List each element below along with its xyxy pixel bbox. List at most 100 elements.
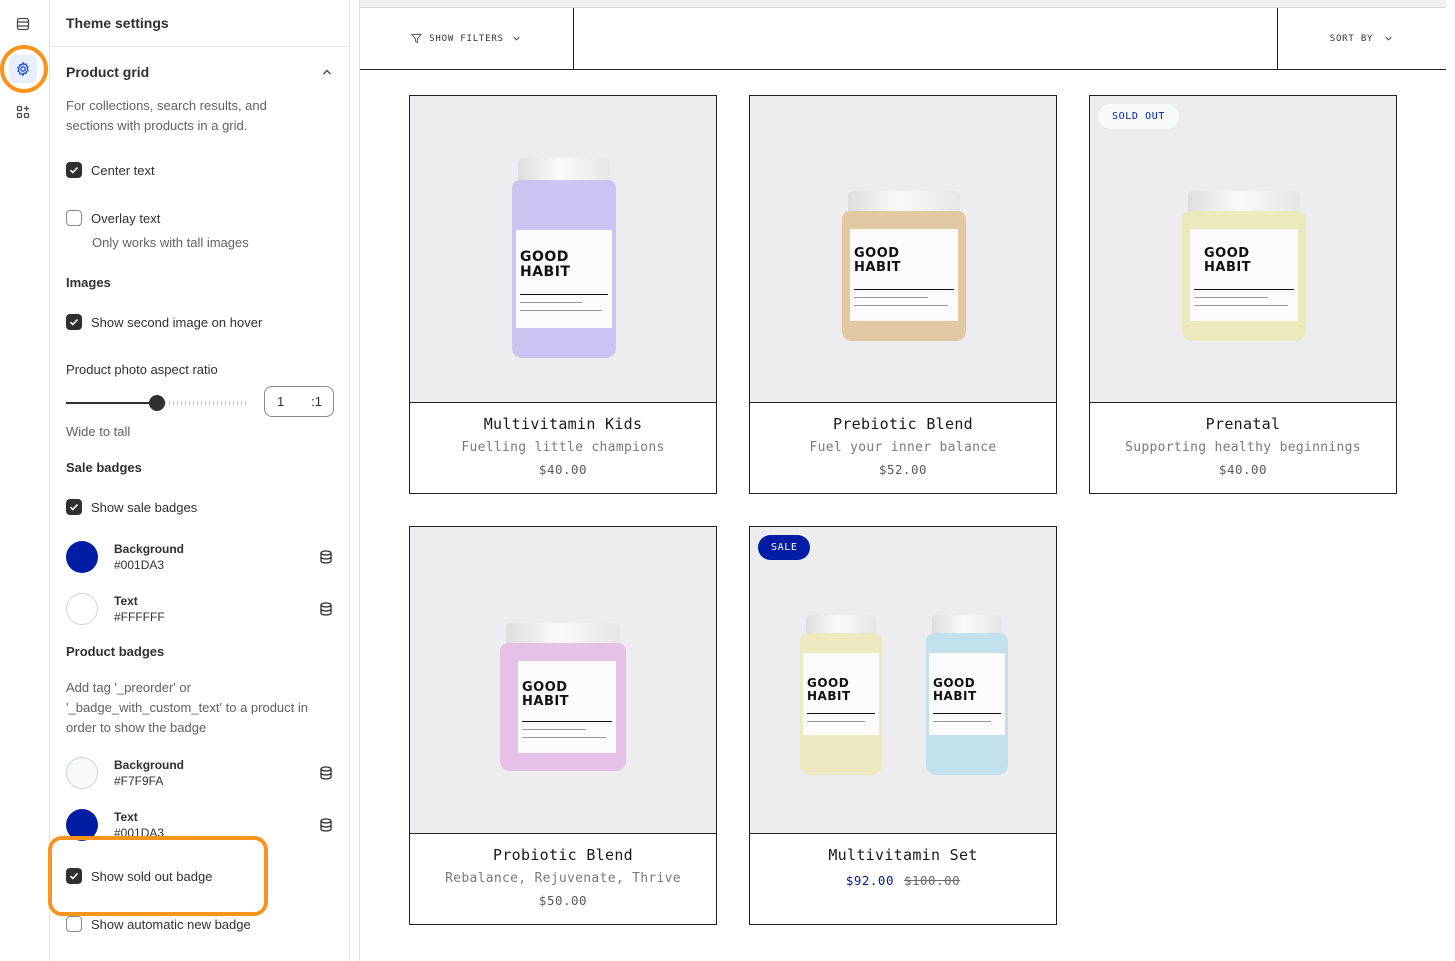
sort-by-label: SORT BY [1329, 33, 1374, 44]
product-title[interactable]: Multivitamin Kids [410, 403, 716, 433]
product-jar: GOOD HABIT [800, 615, 882, 775]
product-price: $52.00 [878, 462, 928, 477]
preview-top-strip [360, 0, 1446, 8]
storefront-preview: SHOW FILTERS SORT BY GOOD HABIT Multivit… [359, 0, 1446, 961]
jar-brand-text: GOOD HABIT [807, 676, 851, 703]
second-image-checkbox[interactable]: Show second image on hover [66, 314, 262, 330]
product-image[interactable]: GOOD HABIT [410, 96, 716, 403]
database-icon[interactable] [318, 549, 334, 565]
aspect-ratio-label: Product photo aspect ratio [66, 362, 218, 377]
product-title[interactable]: Prenatal [1090, 403, 1396, 433]
database-icon[interactable] [318, 765, 334, 781]
product-badge-background-color-picker[interactable]: Background #F7F9FA [66, 757, 334, 789]
product-card[interactable]: GOOD HABIT Multivitamin Kids Fuelling li… [409, 95, 717, 494]
settings-gear-icon[interactable] [9, 55, 37, 83]
sale-background-color-picker[interactable]: Background #001DA3 [66, 541, 334, 573]
sale-badge: SALE [758, 535, 811, 560]
chevron-down-icon [513, 36, 520, 41]
checkbox-label: Center text [91, 162, 155, 178]
slider-ticks [165, 401, 248, 405]
product-jar: GOOD HABIT [1182, 191, 1306, 341]
product-card[interactable]: GOOD HABIT Probiotic Blend Rebalance, Re… [409, 526, 717, 925]
product-image[interactable]: GOOD HABIT [750, 96, 1056, 403]
color-name: Background [114, 758, 185, 772]
show-sold-out-badge-checkbox[interactable]: Show sold out badge [66, 868, 219, 884]
product-price: $40.00 [538, 462, 588, 477]
apps-icon[interactable] [9, 98, 37, 126]
product-card[interactable]: SALE GOOD HABIT GOOD HABIT Multivitamin … [749, 526, 1057, 925]
database-icon[interactable] [318, 817, 334, 833]
color-hex: #FFFFFF [114, 610, 165, 624]
sale-text-color-picker[interactable]: Text #FFFFFF [66, 593, 334, 625]
color-hex: #001DA3 [114, 826, 165, 840]
jar-brand-text: GOOD HABIT [522, 680, 570, 709]
chevron-up-icon [323, 69, 331, 75]
color-name: Text [114, 594, 138, 608]
checkbox-label: Show sale badges [91, 499, 198, 515]
checkbox-checked-icon [66, 499, 82, 515]
color-name: Background [114, 542, 185, 556]
section-header-product-grid[interactable]: Product grid [66, 64, 333, 80]
section-description: For collections, search results, and sec… [66, 98, 267, 133]
checkbox-label: Show second image on hover [91, 314, 263, 330]
product-card[interactable]: SOLD OUT GOOD HABIT Prenatal Supporting … [1089, 95, 1397, 494]
product-badge-text-color-picker[interactable]: Text #001DA3 [66, 809, 334, 841]
jar-brand-text: GOOD HABIT [520, 249, 571, 280]
panel-title: Theme settings [50, 0, 349, 47]
filter-funnel-icon [411, 33, 423, 44]
icon-rail [0, 0, 50, 961]
color-name: Text [114, 810, 138, 824]
database-icon[interactable] [318, 601, 334, 617]
sections-icon[interactable] [9, 10, 37, 38]
show-filters-label: SHOW FILTERS [429, 33, 504, 44]
product-badges-description: Add tag '_preorder' or '_badge_with_cust… [66, 680, 309, 735]
slider-knob[interactable] [149, 395, 165, 411]
show-automatic-new-badge-checkbox[interactable]: Show automatic new badge [66, 916, 251, 932]
color-hex: #F7F9FA [114, 774, 164, 788]
product-title[interactable]: Multivitamin Set [750, 834, 1056, 864]
chevron-down-icon [1385, 36, 1392, 41]
section-title: Product grid [66, 64, 150, 80]
product-subtitle: Rebalance, Rejuvenate, Thrive [445, 871, 681, 886]
jar-brand-text: GOOD HABIT [854, 246, 902, 275]
product-card[interactable]: GOOD HABIT Prebiotic Blend Fuel your inn… [749, 95, 1057, 494]
product-jar: GOOD HABIT [926, 615, 1008, 775]
aspect-ratio-value: 1 [277, 394, 285, 409]
color-swatch[interactable] [66, 809, 98, 841]
product-image[interactable]: SOLD OUT GOOD HABIT [1090, 96, 1396, 403]
checkbox-label: Overlay text [91, 210, 161, 226]
filter-bar: SHOW FILTERS SORT BY [360, 8, 1446, 70]
product-jar: GOOD HABIT [512, 158, 616, 358]
jar-brand-text: GOOD HABIT [933, 676, 977, 703]
checkbox-unchecked-icon [66, 210, 82, 226]
product-price: $40.00 [1218, 462, 1268, 477]
aspect-ratio-slider[interactable] [66, 395, 248, 411]
product-image[interactable]: GOOD HABIT [410, 527, 716, 834]
show-sale-badges-checkbox[interactable]: Show sale badges [66, 499, 197, 515]
color-swatch[interactable] [66, 593, 98, 625]
aspect-ratio-hint: Wide to tall [66, 424, 131, 439]
product-title[interactable]: Prebiotic Blend [750, 403, 1056, 433]
product-image[interactable]: SALE GOOD HABIT GOOD HABIT [750, 527, 1056, 834]
slider-fill [66, 402, 157, 404]
color-swatch[interactable] [66, 541, 98, 573]
product-title[interactable]: Probiotic Blend [410, 834, 716, 864]
checkbox-checked-icon [66, 868, 82, 884]
overlay-text-checkbox[interactable]: Overlay text [66, 210, 160, 226]
sale-price: $92.00 [845, 873, 894, 888]
product-price: $92.00 $100.00 [750, 864, 1056, 888]
compare-at-price: $100.00 [903, 873, 961, 888]
aspect-ratio-input[interactable]: 1 :1 [264, 386, 334, 417]
product-badges-heading: Product badges [66, 644, 165, 659]
product-subtitle: Fuel your inner balance [809, 440, 997, 455]
checkbox-label: Show sold out badge [91, 868, 213, 884]
center-text-checkbox[interactable]: Center text [66, 162, 155, 178]
color-swatch[interactable] [66, 757, 98, 789]
jar-brand-text: GOOD HABIT [1204, 246, 1252, 275]
checkbox-label: Show automatic new badge [91, 916, 251, 932]
sort-by-button[interactable]: SORT BY [1277, 8, 1446, 69]
show-filters-button[interactable]: SHOW FILTERS [360, 8, 574, 69]
settings-panel: Theme settings Product grid For collecti… [50, 0, 350, 961]
images-heading: Images [66, 275, 111, 290]
product-subtitle: Fuelling little champions [461, 440, 665, 455]
